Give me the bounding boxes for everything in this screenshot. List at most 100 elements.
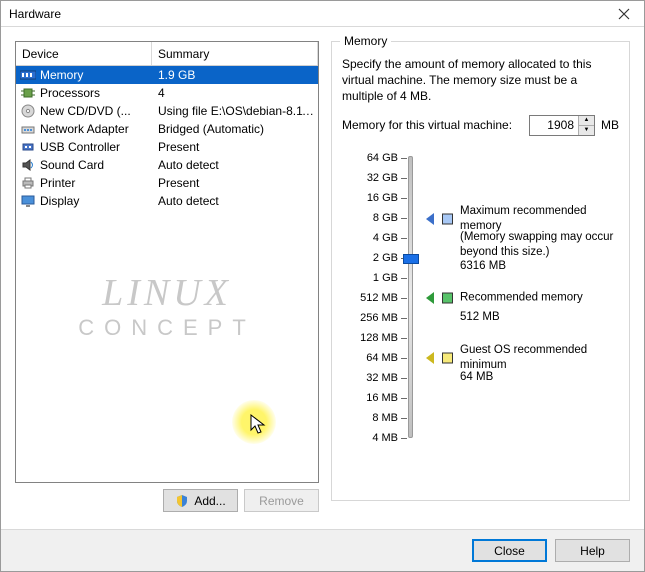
display-icon bbox=[20, 194, 36, 208]
list-header: Device Summary bbox=[16, 42, 318, 66]
tick-label: 8 GB bbox=[346, 212, 398, 224]
device-summary: Auto detect bbox=[152, 158, 318, 172]
close-button[interactable]: Close bbox=[472, 539, 547, 562]
tick-label: 32 GB bbox=[346, 172, 398, 184]
device-row-usb[interactable]: USB Controller Present bbox=[16, 138, 318, 156]
help-button-label: Help bbox=[580, 544, 605, 558]
slider-track[interactable] bbox=[408, 156, 413, 438]
tick-label: 8 MB bbox=[346, 412, 398, 424]
add-button[interactable]: Add... bbox=[163, 489, 238, 512]
device-summary: Using file E:\OS\debian-8.11.0-am... bbox=[152, 104, 318, 118]
dialog-footer: Close Help bbox=[1, 529, 644, 571]
tick-label: 512 MB bbox=[346, 292, 398, 304]
disc-icon bbox=[20, 104, 36, 118]
shield-icon bbox=[175, 494, 189, 508]
device-summary: Present bbox=[152, 176, 318, 190]
tick-label: 2 GB bbox=[346, 252, 398, 264]
device-name: USB Controller bbox=[40, 140, 120, 154]
marker-rec-title: Recommended memory bbox=[460, 290, 583, 305]
remove-button-label: Remove bbox=[259, 494, 304, 508]
usb-icon bbox=[20, 140, 36, 154]
left-button-bar: Add... Remove bbox=[15, 489, 319, 521]
close-button-label: Close bbox=[494, 544, 525, 558]
column-header-device[interactable]: Device bbox=[16, 42, 152, 65]
spinner-down-icon[interactable]: ▼ bbox=[579, 126, 594, 135]
tick-label: 16 MB bbox=[346, 392, 398, 404]
device-name: Processors bbox=[40, 86, 100, 100]
tick-labels: 64 GB 32 GB 16 GB 8 GB 4 GB 2 GB 1 GB 51… bbox=[342, 152, 398, 442]
triangle-left-icon bbox=[426, 292, 434, 304]
device-name: Memory bbox=[40, 68, 83, 82]
marker-box-max bbox=[442, 213, 453, 224]
slider-thumb[interactable] bbox=[403, 254, 419, 264]
help-button[interactable]: Help bbox=[555, 539, 630, 562]
device-summary: Bridged (Automatic) bbox=[152, 122, 318, 136]
network-icon bbox=[20, 122, 36, 136]
close-icon[interactable] bbox=[604, 1, 644, 27]
device-row-processors[interactable]: Processors 4 bbox=[16, 84, 318, 102]
titlebar: Hardware bbox=[1, 1, 644, 27]
marker-guest-value: 64 MB bbox=[460, 370, 493, 385]
memory-icon bbox=[20, 68, 36, 82]
add-button-label: Add... bbox=[194, 494, 225, 508]
device-name: Sound Card bbox=[40, 158, 104, 172]
device-row-printer[interactable]: Printer Present bbox=[16, 174, 318, 192]
tick-label: 4 MB bbox=[346, 432, 398, 444]
memory-input-row: Memory for this virtual machine: ▲ ▼ MB bbox=[342, 115, 619, 136]
memory-unit: MB bbox=[601, 118, 619, 132]
device-row-network[interactable]: Network Adapter Bridged (Automatic) bbox=[16, 120, 318, 138]
hardware-dialog: Hardware Device Summary M bbox=[0, 0, 645, 572]
memory-input-label: Memory for this virtual machine: bbox=[342, 118, 523, 132]
list-body: Memory 1.9 GB Processors 4 bbox=[16, 66, 318, 210]
tick-label: 256 MB bbox=[346, 312, 398, 324]
memory-spinner[interactable]: ▲ ▼ bbox=[529, 115, 595, 136]
right-pane: Memory Specify the amount of memory allo… bbox=[331, 41, 630, 521]
spinner-up-icon[interactable]: ▲ bbox=[579, 116, 594, 126]
cursor-highlight bbox=[232, 400, 276, 444]
triangle-left-icon bbox=[426, 352, 434, 364]
device-row-memory[interactable]: Memory 1.9 GB bbox=[16, 66, 318, 84]
tick-label: 1 GB bbox=[346, 272, 398, 284]
tick-label: 64 MB bbox=[346, 352, 398, 364]
device-name: Network Adapter bbox=[40, 122, 129, 136]
marker-box-recommended bbox=[442, 292, 453, 303]
marker-box-guest bbox=[442, 352, 453, 363]
device-name: Printer bbox=[40, 176, 75, 190]
column-header-summary[interactable]: Summary bbox=[152, 42, 318, 65]
sound-icon bbox=[20, 158, 36, 172]
memory-slider-area: 64 GB 32 GB 16 GB 8 GB 4 GB 2 GB 1 GB 51… bbox=[342, 152, 619, 442]
watermark-line1: LINUX bbox=[16, 271, 318, 315]
marker-max-note: (Memory swapping may occur beyond this s… bbox=[460, 230, 618, 260]
marker-max-value: 6316 MB bbox=[460, 259, 506, 274]
tick-label: 32 MB bbox=[346, 372, 398, 384]
watermark-line2: CONCEPT bbox=[16, 315, 318, 341]
memory-description: Specify the amount of memory allocated t… bbox=[342, 56, 619, 105]
device-summary: 1.9 GB bbox=[152, 68, 318, 82]
marker-rec-value: 512 MB bbox=[460, 310, 500, 325]
triangle-left-icon bbox=[426, 213, 434, 225]
memory-groupbox: Memory Specify the amount of memory allo… bbox=[331, 41, 630, 501]
device-row-sound[interactable]: Sound Card Auto detect bbox=[16, 156, 318, 174]
marker-guest-title: Guest OS recommended minimum bbox=[460, 343, 618, 373]
content-area: Device Summary Memory 1.9 GB bbox=[15, 41, 630, 521]
watermark: LINUX CONCEPT bbox=[16, 271, 318, 341]
remove-button: Remove bbox=[244, 489, 319, 512]
device-name: New CD/DVD (... bbox=[40, 104, 131, 118]
device-summary: 4 bbox=[152, 86, 318, 100]
cpu-icon bbox=[20, 86, 36, 100]
tick-label: 64 GB bbox=[346, 152, 398, 164]
groupbox-legend: Memory bbox=[340, 34, 391, 48]
device-summary: Auto detect bbox=[152, 194, 318, 208]
slider-track-column bbox=[398, 152, 424, 442]
device-name: Display bbox=[40, 194, 79, 208]
memory-input[interactable] bbox=[530, 116, 578, 135]
cursor-icon bbox=[250, 414, 270, 438]
tick-label: 4 GB bbox=[346, 232, 398, 244]
device-list[interactable]: Device Summary Memory 1.9 GB bbox=[15, 41, 319, 483]
device-row-display[interactable]: Display Auto detect bbox=[16, 192, 318, 210]
device-summary: Present bbox=[152, 140, 318, 154]
tick-label: 16 GB bbox=[346, 192, 398, 204]
device-row-cddvd[interactable]: New CD/DVD (... Using file E:\OS\debian-… bbox=[16, 102, 318, 120]
printer-icon bbox=[20, 176, 36, 190]
tick-label: 128 MB bbox=[346, 332, 398, 344]
